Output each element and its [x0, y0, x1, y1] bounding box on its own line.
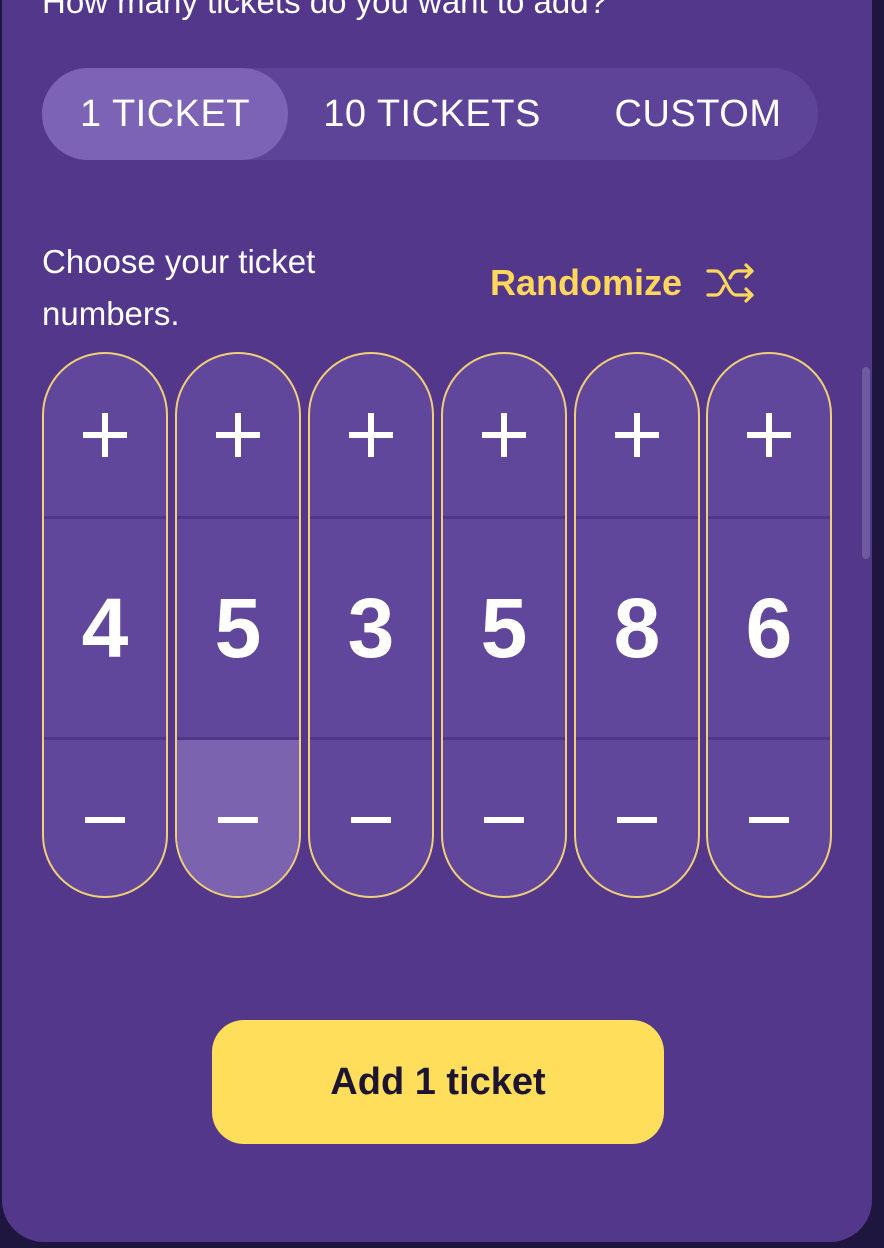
- decrement-button[interactable]: [576, 740, 698, 896]
- increment-button[interactable]: [310, 354, 432, 519]
- digit-value: 5: [177, 519, 299, 740]
- plus-icon: [747, 413, 791, 457]
- digit-value: 4: [44, 519, 166, 740]
- shuffle-icon: [706, 261, 758, 305]
- tab-1-ticket[interactable]: 1 TICKET: [42, 68, 288, 160]
- ticket-selection-card: How many tickets do you want to add? 1 T…: [2, 0, 872, 1242]
- minus-icon: [351, 817, 391, 823]
- increment-button[interactable]: [708, 354, 830, 519]
- digit-picker-6: 6: [706, 352, 832, 898]
- decrement-button[interactable]: [44, 740, 166, 896]
- digit-picker-4: 5: [441, 352, 567, 898]
- increment-button[interactable]: [44, 354, 166, 519]
- decrement-button[interactable]: [443, 740, 565, 896]
- randomize-label: Randomize: [490, 262, 683, 303]
- increment-button[interactable]: [443, 354, 565, 519]
- decrement-button[interactable]: [708, 740, 830, 896]
- digit-picker-3: 3: [308, 352, 434, 898]
- quantity-question: How many tickets do you want to add?: [42, 0, 607, 20]
- plus-icon: [216, 413, 260, 457]
- plus-icon: [615, 413, 659, 457]
- digit-value: 3: [310, 519, 432, 740]
- scrollbar-thumb[interactable]: [862, 367, 870, 559]
- minus-icon: [617, 817, 657, 823]
- minus-icon: [484, 817, 524, 823]
- decrement-button[interactable]: [177, 740, 299, 896]
- plus-icon: [482, 413, 526, 457]
- digit-picker-2: 5: [175, 352, 301, 898]
- add-ticket-button[interactable]: Add 1 ticket: [212, 1020, 664, 1144]
- digit-value: 6: [708, 519, 830, 740]
- digit-value: 5: [443, 519, 565, 740]
- quantity-tabs: 1 TICKET 10 TICKETS CUSTOM: [42, 68, 818, 160]
- minus-icon: [749, 817, 789, 823]
- tab-custom[interactable]: CUSTOM: [584, 68, 812, 160]
- instruction-text: Choose your ticket numbers.: [42, 243, 316, 332]
- increment-button[interactable]: [576, 354, 698, 519]
- increment-button[interactable]: [177, 354, 299, 519]
- randomize-button[interactable]: Randomize: [490, 258, 758, 308]
- tab-10-tickets[interactable]: 10 TICKETS: [304, 68, 560, 160]
- digit-value: 8: [576, 519, 698, 740]
- digit-picker-5: 8: [574, 352, 700, 898]
- minus-icon: [85, 817, 125, 823]
- minus-icon: [218, 817, 258, 823]
- plus-icon: [349, 413, 393, 457]
- digit-picker-1: 4: [42, 352, 168, 898]
- screen: How many tickets do you want to add? 1 T…: [0, 0, 884, 1248]
- decrement-button[interactable]: [310, 740, 432, 896]
- plus-icon: [83, 413, 127, 457]
